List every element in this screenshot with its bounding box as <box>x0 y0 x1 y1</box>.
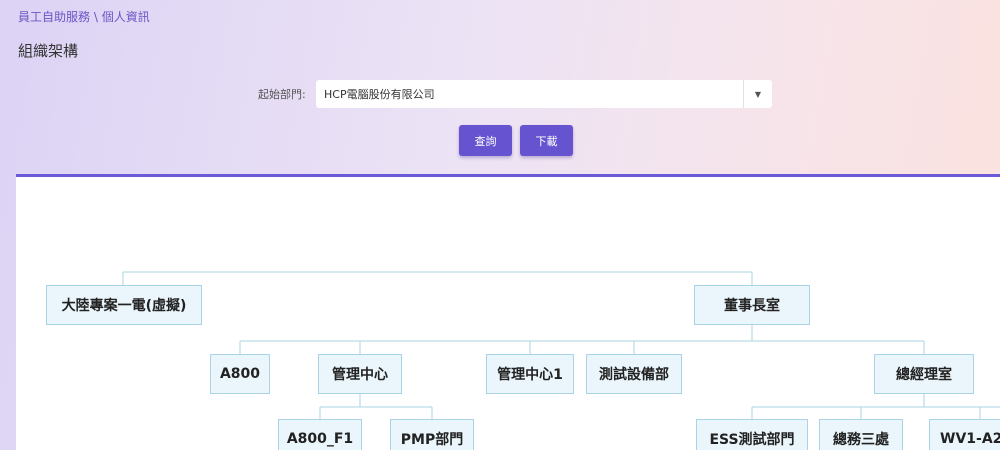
org-node-mainland-project[interactable]: 大陸專案一電(虛擬) <box>46 285 202 325</box>
page-title: 組織架構 <box>18 42 79 60</box>
org-node-general-affairs-3[interactable]: 總務三處 <box>819 419 903 450</box>
org-node-ess-test-dept[interactable]: ESS測試部門 <box>696 419 808 450</box>
org-node-wv1-a20[interactable]: WV1-A20 <box>929 419 1000 450</box>
org-node-a800[interactable]: A800 <box>210 354 270 394</box>
org-chart-panel: 大陸專案一電(虛擬) 董事長室 A800 管理中心 管理中心1 測試設備部 總經… <box>16 174 1000 450</box>
breadcrumb-separator: \ <box>93 10 98 24</box>
query-button[interactable]: 查詢 <box>459 125 512 156</box>
org-node-chairman-office[interactable]: 董事長室 <box>694 285 810 325</box>
org-node-pmp-dept[interactable]: PMP部門 <box>390 419 474 450</box>
breadcrumb: 員工自助服務 \ 個人資訊 <box>18 8 150 25</box>
breadcrumb-employee-self-service[interactable]: 員工自助服務 <box>18 10 90 24</box>
start-department-value: HCP電腦股份有限公司 <box>324 88 435 101</box>
start-department-label: 起始部門: <box>258 88 306 101</box>
org-node-test-equipment-dept[interactable]: 測試設備部 <box>586 354 682 394</box>
chevron-down-icon[interactable]: ▼ <box>743 80 772 108</box>
org-node-a800-f1[interactable]: A800_F1 <box>278 419 362 450</box>
start-department-select[interactable]: HCP電腦股份有限公司 ▼ <box>316 80 772 108</box>
org-node-management-center[interactable]: 管理中心 <box>318 354 402 394</box>
org-node-management-center-1[interactable]: 管理中心1 <box>486 354 574 394</box>
org-node-general-manager-office[interactable]: 總經理室 <box>874 354 974 394</box>
download-button[interactable]: 下載 <box>520 125 573 156</box>
breadcrumb-personal-info[interactable]: 個人資訊 <box>102 10 150 24</box>
